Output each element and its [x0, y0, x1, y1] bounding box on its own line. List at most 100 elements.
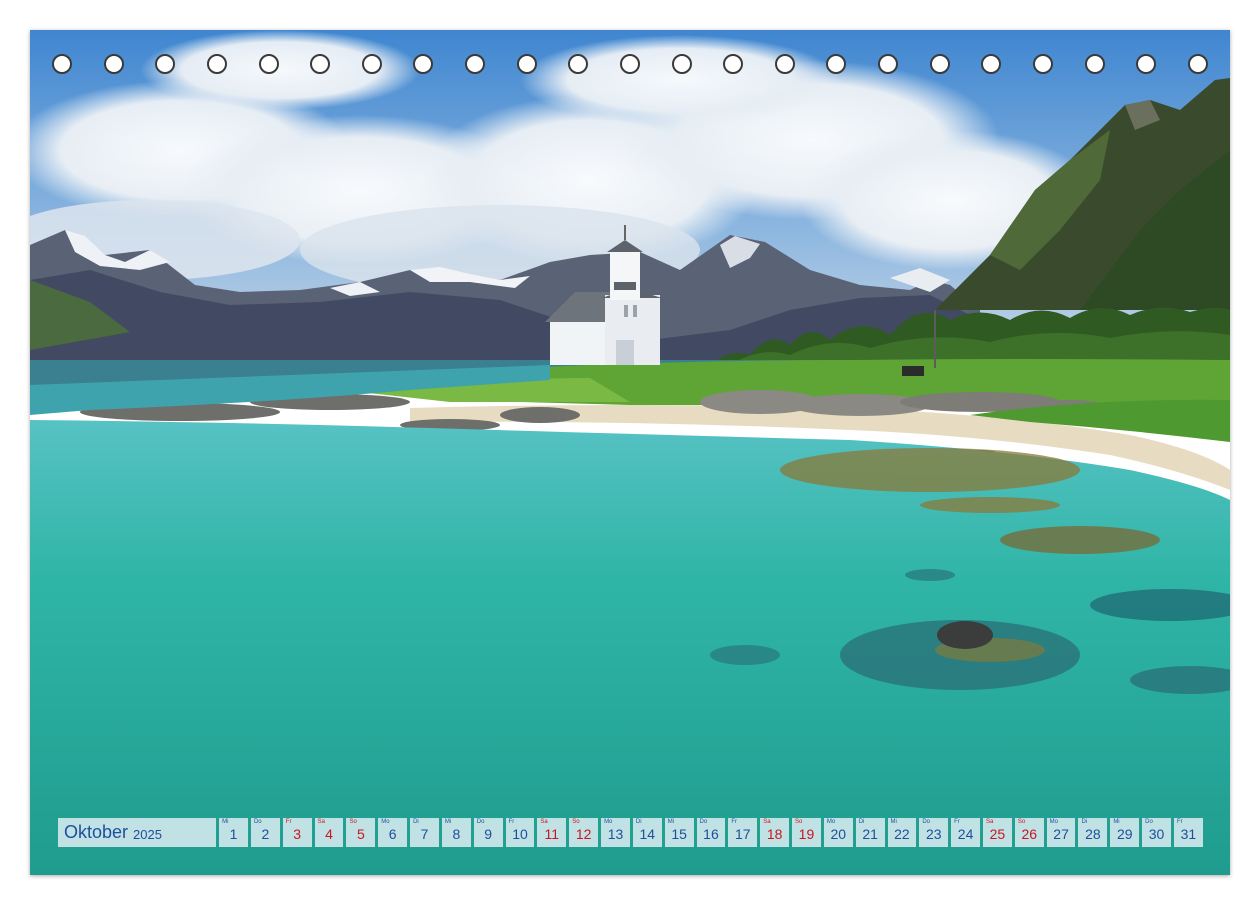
binding-hole	[465, 54, 485, 74]
weekday-label: Do	[1145, 819, 1153, 825]
day-number: 19	[798, 826, 815, 842]
landscape-photo	[30, 30, 1230, 875]
day-cell: Di 28	[1078, 818, 1108, 847]
day-cell: So 12	[569, 818, 599, 847]
day-number: 20	[830, 826, 847, 842]
binding-hole	[52, 54, 72, 74]
day-number: 21	[862, 826, 878, 842]
weekday-label: Fr	[731, 819, 738, 825]
binding-hole	[310, 54, 331, 74]
day-cell: Mo 27	[1046, 818, 1076, 847]
weekday-label: Mo	[381, 819, 390, 825]
day-number: 24	[957, 826, 974, 842]
day-number: 11	[544, 826, 560, 842]
weekday-label: So	[349, 819, 357, 825]
day-cell: Mi 22	[887, 818, 917, 847]
weekday-label: Fr	[954, 819, 960, 825]
binding-hole	[206, 54, 227, 74]
binding-hole	[568, 54, 589, 74]
weekday-label: Sa	[986, 819, 994, 825]
weekday-label: Di	[1081, 819, 1088, 825]
day-number: 14	[639, 826, 656, 842]
day-cell: Sa 4	[314, 818, 344, 847]
day-number: 28	[1085, 826, 1101, 842]
binding-hole	[1136, 54, 1157, 74]
weekday-label: Do	[253, 819, 262, 825]
weekday-label: Mo	[826, 819, 836, 825]
day-cell: Do 9	[473, 818, 503, 847]
binding-hole	[258, 54, 279, 74]
day-cell: Do 23	[919, 818, 949, 847]
day-cell: Fr 17	[728, 818, 758, 847]
day-number: 6	[388, 826, 397, 842]
day-cell: Do 30	[1142, 818, 1171, 847]
binding-hole	[619, 54, 640, 74]
calendar-page: Oktober 2025 Mi 1 Do 2 Fr 3 Sa 4 So 5 Mo 6 Di 7 Mi 8 Do 9…	[30, 30, 1230, 875]
weekday-label: Mi	[222, 819, 229, 825]
day-number: 1	[229, 826, 238, 842]
weekday-label: Fr	[285, 819, 292, 825]
binding-hole	[981, 54, 1002, 74]
day-cell: Mi 15	[664, 818, 694, 847]
day-number: 23	[925, 826, 942, 842]
day-number: 18	[766, 826, 783, 842]
day-number: 3	[293, 826, 302, 842]
day-cell: Mi 29	[1110, 818, 1140, 847]
day-cell: Mo 13	[601, 818, 630, 847]
day-cell: Do 2	[250, 818, 280, 847]
weekday-label: Do	[699, 819, 708, 825]
day-cell: Mo 20	[823, 818, 853, 847]
weekday-label: Fr	[1176, 819, 1183, 825]
weekday-label: Mi	[890, 819, 897, 825]
binding-hole	[826, 54, 847, 74]
binding-hole	[1084, 54, 1105, 74]
weekday-label: Mo	[604, 819, 613, 825]
day-cell: Mo 6	[378, 818, 408, 847]
day-number: 8	[452, 826, 461, 842]
day-cell: Di 7	[410, 818, 439, 847]
day-number: 4	[325, 826, 333, 842]
binding-hole	[1032, 54, 1053, 74]
day-number: 5	[356, 826, 365, 842]
weekday-label: Sa	[540, 819, 548, 825]
day-cell: Sa 11	[537, 818, 567, 847]
day-number: 26	[1021, 826, 1038, 842]
day-number: 12	[575, 826, 592, 842]
day-cell: Fr 3	[282, 818, 312, 847]
binding-hole	[361, 54, 382, 74]
day-number: 16	[703, 826, 719, 842]
weekday-label: Di	[858, 819, 865, 825]
weekday-label: Mi	[1113, 819, 1120, 825]
weekday-label: Do	[922, 819, 931, 825]
day-cell: Fr 24	[951, 818, 980, 847]
day-number: 25	[989, 826, 1006, 842]
weekday-label: Mi	[444, 819, 452, 825]
binding-hole	[516, 54, 537, 74]
day-number: 31	[1180, 826, 1197, 842]
day-number: 7	[420, 826, 429, 842]
day-cell: Mi 1	[219, 818, 248, 847]
binding-hole	[774, 54, 795, 74]
day-number: 15	[671, 826, 687, 842]
weekday-label: Mo	[1049, 819, 1058, 825]
calendar-bar: Oktober 2025 Mi 1 Do 2 Fr 3 Sa 4 So 5 Mo 6 Di 7 Mi 8 Do 9…	[58, 818, 1203, 847]
day-cell: So 26	[1014, 818, 1044, 847]
day-number: 13	[607, 826, 624, 842]
day-number: 30	[1148, 826, 1165, 842]
day-cell: Do 16	[696, 818, 726, 847]
binding-hole	[1187, 54, 1208, 74]
day-cell: So 5	[346, 818, 376, 847]
day-cell: So 19	[792, 818, 821, 847]
day-number: 22	[894, 826, 910, 842]
binding-holes	[52, 54, 1208, 80]
binding-hole	[671, 54, 692, 74]
month-label: Oktober 2025	[58, 818, 217, 847]
day-cell: Fr 10	[505, 818, 535, 847]
binding-hole	[878, 54, 898, 74]
day-cell: Mi 8	[441, 818, 471, 847]
day-cell: Di 21	[855, 818, 885, 847]
weekday-label: Fr	[508, 819, 515, 825]
month-name: Oktober	[64, 822, 129, 842]
binding-hole	[413, 54, 434, 74]
day-number: 10	[512, 826, 528, 842]
